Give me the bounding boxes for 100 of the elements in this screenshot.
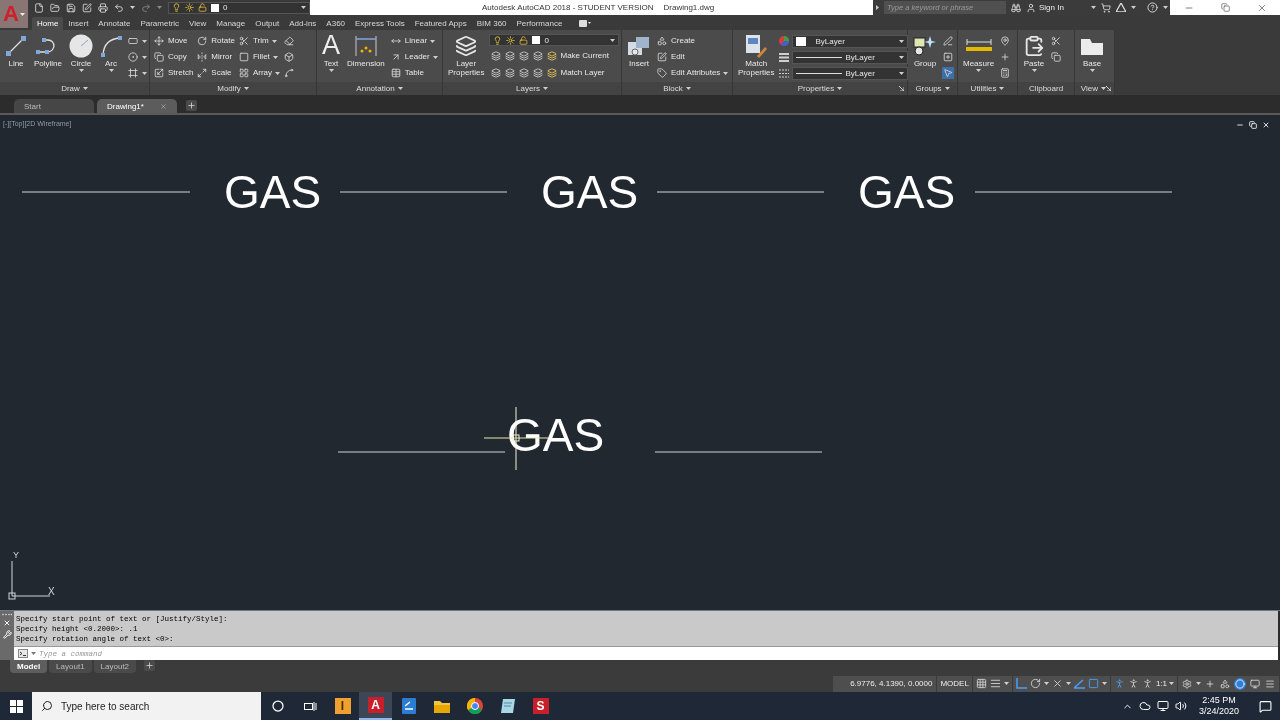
circle-icon[interactable]: [272, 700, 284, 712]
ribbon-button[interactable]: Line: [3, 32, 29, 68]
layer-dropdown[interactable]: 0: [168, 1, 310, 14]
new-layout-icon[interactable]: [144, 660, 156, 671]
ribbon-tool-button[interactable]: Edit Attributes: [656, 65, 729, 81]
ribbon-tab[interactable]: View: [184, 17, 212, 30]
annotation-scale-button[interactable]: 1:1: [1155, 679, 1174, 688]
ribbon-tool-button[interactable]: Move: [153, 33, 194, 49]
sign-in-button[interactable]: Sign In: [1026, 2, 1096, 13]
taskbar-app-button[interactable]: A: [359, 692, 392, 720]
menu-icon[interactable]: [1264, 677, 1276, 690]
ribbon-tab[interactable]: Insert: [63, 17, 94, 30]
ribbon-button[interactable]: Match Properties: [736, 32, 777, 77]
redo-icon[interactable]: [141, 2, 151, 13]
ribbon-button[interactable]: Measure: [961, 32, 997, 72]
windows-logo-icon[interactable]: [9, 699, 23, 713]
layers-icon[interactable]: [505, 50, 516, 61]
map-pin-icon[interactable]: [999, 35, 1012, 47]
task-view-icon[interactable]: [303, 700, 317, 712]
grid-icon[interactable]: [975, 678, 987, 689]
cart-icon[interactable]: [1101, 2, 1111, 13]
panel-title-button[interactable]: Draw: [61, 84, 88, 93]
ribbon-tab[interactable]: Manage: [211, 17, 251, 30]
model-space-button[interactable]: MODEL: [937, 675, 972, 692]
panel-title-button[interactable]: Block: [663, 84, 691, 93]
clock-time[interactable]: 2:45 PM: [1202, 695, 1236, 706]
triangle-icon[interactable]: [1116, 3, 1126, 12]
ribbon-button[interactable]: Arc: [98, 32, 124, 72]
curve-icon[interactable]: [283, 67, 296, 79]
calculator-icon[interactable]: [999, 67, 1012, 79]
ribbon-tab[interactable]: Express Tools: [350, 17, 410, 30]
layers-icon[interactable]: [533, 50, 544, 61]
square-plus-icon[interactable]: [942, 51, 954, 63]
ribbon-button[interactable]: Base: [1078, 32, 1106, 72]
printer-icon[interactable]: [98, 2, 108, 13]
ribbon-button[interactable]: Group: [911, 32, 939, 68]
restore-icon[interactable]: [1249, 121, 1257, 129]
binoculars-icon[interactable]: [1011, 2, 1021, 13]
ribbon-tool-button[interactable]: Copy: [153, 49, 194, 65]
gear-icon[interactable]: [1181, 677, 1193, 690]
layers-icon[interactable]: [519, 67, 530, 78]
ribbon-tool-button[interactable]: Stretch: [153, 65, 194, 81]
wrench-icon[interactable]: [2, 630, 12, 639]
ribbon-tool-button[interactable]: Create: [656, 33, 729, 49]
taskbar-search-box[interactable]: Type here to search: [32, 692, 261, 720]
circular-arrow-icon[interactable]: [1029, 678, 1041, 689]
taskbar-app-button[interactable]: I: [326, 692, 359, 720]
layout-tab[interactable]: Layout1: [49, 660, 92, 673]
ribbon-tab[interactable]: BIM 360: [471, 17, 512, 30]
ribbon-tool-button[interactable]: [127, 65, 147, 81]
ribbon-tab[interactable]: Annotate: [93, 17, 136, 30]
pen-line-icon[interactable]: [942, 35, 954, 47]
ribbon-tool-button[interactable]: Rotate: [196, 33, 235, 49]
coordinates-readout[interactable]: 6.9776, 4.1390, 0.0000: [833, 675, 937, 692]
layers-icon[interactable]: [505, 67, 516, 78]
crossed-lines-icon[interactable]: [1051, 678, 1063, 689]
cube-icon[interactable]: [283, 51, 296, 63]
layers-icon[interactable]: [533, 67, 544, 78]
ribbon-tool-button[interactable]: Leader: [389, 49, 438, 65]
ribbon-tab[interactable]: Output: [250, 17, 285, 30]
ribbon-tab[interactable]: Home: [32, 17, 64, 30]
clock-date[interactable]: 3/24/2020: [1198, 706, 1239, 717]
ribbon-tool-button[interactable]: Scale: [196, 65, 235, 81]
launcher-arrow-icon[interactable]: [899, 86, 904, 91]
layer-dropdown[interactable]: 0: [489, 34, 620, 46]
angle-icon[interactable]: [1073, 678, 1085, 689]
ribbon-button[interactable]: Polyline: [32, 32, 64, 68]
ribbon-tab[interactable]: Add-ins: [284, 17, 322, 30]
file-tab[interactable]: Drawing1*: [97, 99, 177, 113]
ribbon-tool-button[interactable]: Make Current: [547, 49, 609, 62]
figure-icon[interactable]: [1127, 678, 1139, 689]
figure-icon[interactable]: [1141, 678, 1153, 689]
panel-title-button[interactable]: Modify: [217, 84, 249, 93]
figure-icon[interactable]: [1113, 678, 1125, 689]
ribbon-button[interactable]: A Text: [320, 32, 342, 72]
layers-icon[interactable]: [491, 67, 502, 78]
new-tab-icon[interactable]: [186, 100, 197, 111]
panel-title-button[interactable]: Layers: [516, 84, 548, 93]
ribbon-tool-button[interactable]: Array: [237, 65, 281, 81]
layers-icon[interactable]: [491, 50, 502, 61]
pointer-icon[interactable]: [942, 67, 954, 79]
shapes-icon[interactable]: [1219, 677, 1231, 690]
ribbon-tool-button[interactable]: Edit: [656, 49, 729, 65]
ribbon-tool-button[interactable]: [127, 49, 147, 65]
screen-icon[interactable]: [1249, 677, 1261, 690]
speaker-icon[interactable]: [1174, 700, 1187, 712]
close-icon[interactable]: [1262, 121, 1270, 129]
taskbar-app-button[interactable]: S: [524, 692, 557, 720]
eraser-icon[interactable]: [283, 35, 296, 47]
notification-icon[interactable]: [1259, 699, 1272, 713]
scissors-icon[interactable]: [1050, 35, 1062, 47]
grip-dots-icon[interactable]: [2, 613, 12, 616]
panel-toggle-icon[interactable]: [579, 20, 592, 27]
ribbon-tab[interactable]: Performance: [511, 17, 568, 30]
new-file-icon[interactable]: [34, 2, 44, 13]
ribbon-button[interactable]: Circle: [67, 32, 95, 72]
cloud-icon[interactable]: [1138, 700, 1151, 712]
undo-icon[interactable]: [114, 2, 124, 13]
ribbon-tool-button[interactable]: Fillet: [237, 49, 281, 65]
ribbon-button[interactable]: Layer Properties: [446, 32, 487, 77]
